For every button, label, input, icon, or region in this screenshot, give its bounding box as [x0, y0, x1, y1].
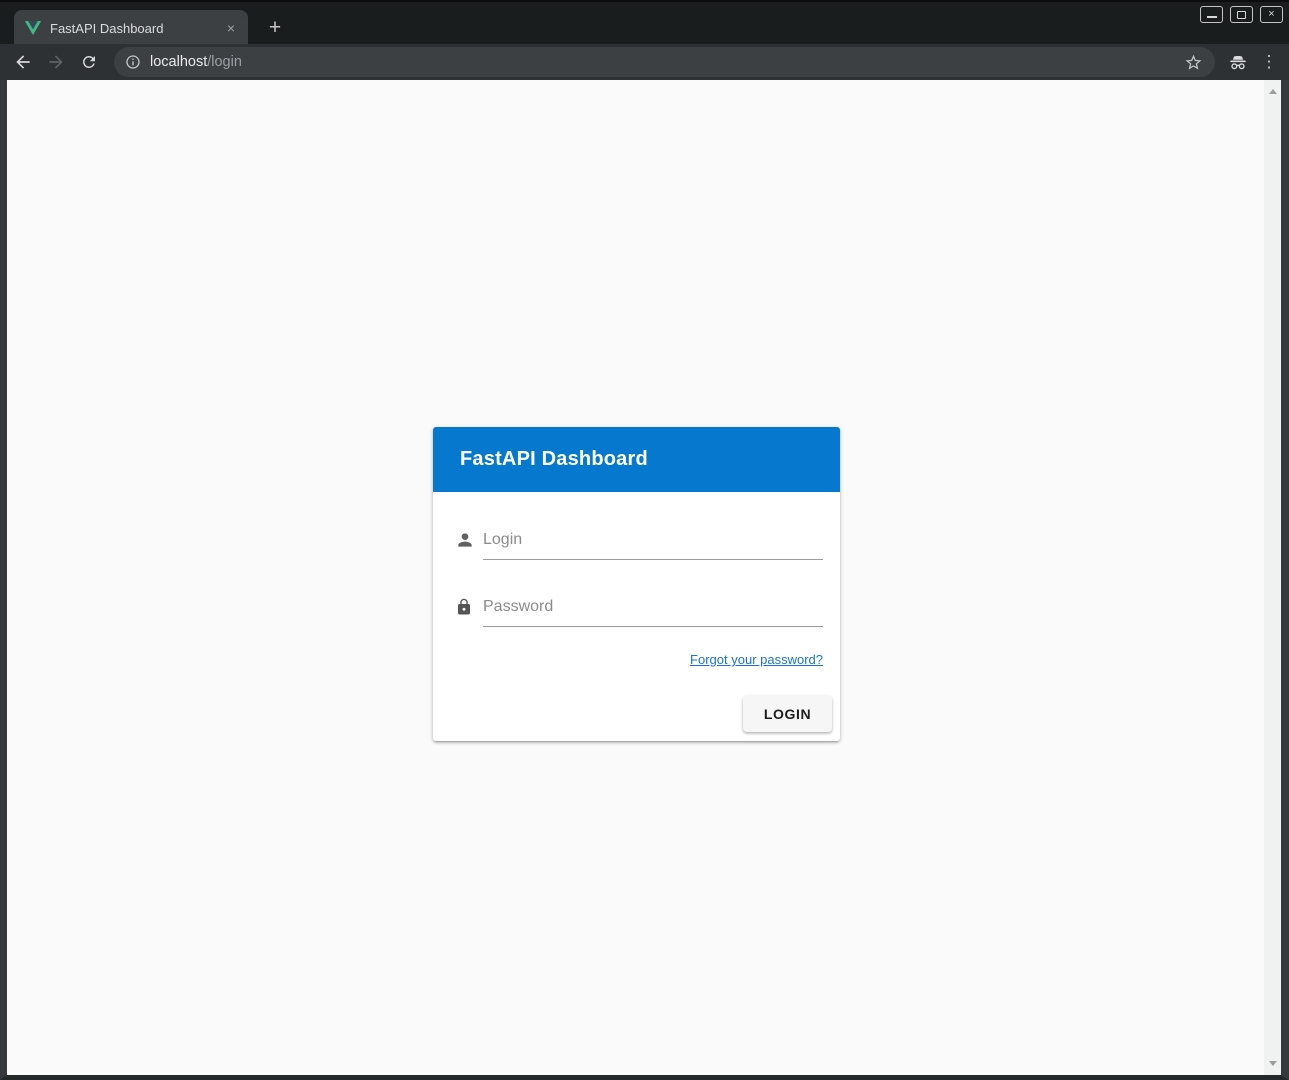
minimize-button[interactable]: [1200, 6, 1223, 23]
login-field-row: [455, 527, 823, 560]
login-input[interactable]: [483, 527, 823, 560]
reload-button[interactable]: [74, 47, 104, 77]
back-button[interactable]: [8, 47, 38, 77]
incognito-icon: [1225, 49, 1251, 75]
login-card: FastAPI Dashboard Fo: [433, 427, 840, 741]
password-input[interactable]: [483, 594, 823, 627]
browser-toolbar: localhost/login ⋮: [0, 44, 1289, 80]
site-info-icon[interactable]: [125, 54, 141, 70]
forgot-password-row: Forgot your password?: [433, 651, 823, 669]
login-card-body: Forgot your password? LOGIN: [433, 492, 840, 741]
person-icon: [455, 530, 475, 550]
arrow-right-icon: [46, 52, 66, 72]
window-titlebar[interactable]: FastAPI Dashboard × + ×: [0, 0, 1289, 44]
page-viewport: FastAPI Dashboard Fo: [0, 80, 1289, 1080]
browser-menu-icon[interactable]: ⋮: [1259, 49, 1279, 75]
vue-logo-icon: [25, 20, 41, 36]
tab-close-icon[interactable]: ×: [222, 19, 240, 37]
window-controls: ×: [1200, 6, 1283, 23]
url-text[interactable]: localhost/login: [150, 54, 242, 70]
login-card-header: FastAPI Dashboard: [433, 427, 840, 492]
password-field-row: [455, 594, 823, 627]
url-bar[interactable]: localhost/login: [114, 47, 1215, 77]
scroll-down-icon[interactable]: [1269, 1061, 1277, 1066]
login-card-title: FastAPI Dashboard: [460, 448, 648, 471]
forgot-password-link[interactable]: Forgot your password?: [690, 652, 823, 667]
new-tab-button[interactable]: +: [262, 15, 288, 41]
maximize-button[interactable]: [1230, 6, 1253, 23]
scroll-up-icon[interactable]: [1269, 89, 1277, 94]
login-button[interactable]: LOGIN: [743, 696, 832, 732]
forward-button[interactable]: [41, 47, 71, 77]
url-path: /login: [207, 54, 242, 70]
url-host: localhost: [150, 54, 207, 70]
tab-title: FastAPI Dashboard: [50, 21, 222, 36]
bookmark-star-icon[interactable]: [1184, 53, 1203, 72]
reload-icon: [80, 53, 98, 71]
browser-tab-active[interactable]: FastAPI Dashboard ×: [14, 10, 248, 46]
login-button-row: LOGIN: [433, 696, 832, 732]
maximize-icon: [1237, 11, 1246, 19]
minimize-icon: [1207, 16, 1217, 18]
close-window-button[interactable]: ×: [1260, 6, 1283, 23]
arrow-left-icon: [13, 52, 33, 72]
lock-icon: [455, 597, 475, 617]
page-scrollbar[interactable]: [1264, 80, 1281, 1075]
